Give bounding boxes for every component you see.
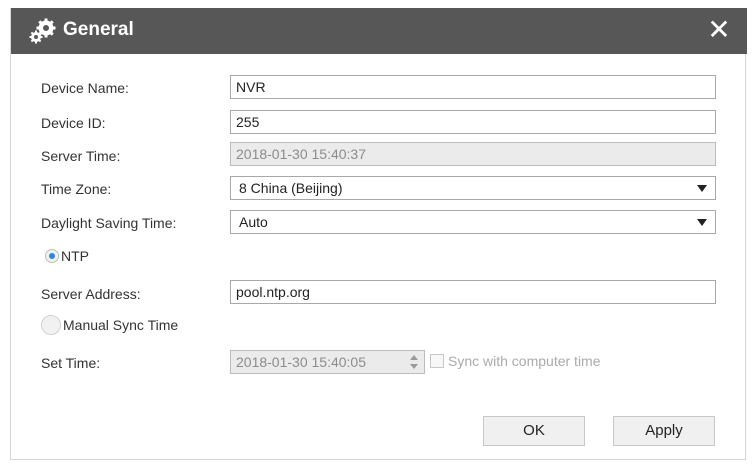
set-time-value: 2018-01-30 15:40:05 bbox=[236, 354, 366, 370]
daylight-saving-value: Auto bbox=[239, 214, 268, 230]
manual-sync-radio[interactable] bbox=[41, 315, 61, 335]
daylight-saving-label: Daylight Saving Time: bbox=[41, 215, 177, 231]
general-dialog: General ✕ Device Name: Device ID: Server… bbox=[10, 8, 747, 460]
device-name-label: Device Name: bbox=[41, 80, 129, 96]
manual-sync-radio-option[interactable]: Manual Sync Time bbox=[41, 315, 178, 335]
server-address-input[interactable] bbox=[230, 280, 716, 304]
gears-icon bbox=[29, 18, 56, 44]
server-time-field: 2018-01-30 15:40:37 bbox=[230, 142, 716, 166]
manual-sync-label: Manual Sync Time bbox=[63, 317, 179, 333]
apply-button[interactable]: Apply bbox=[613, 416, 715, 446]
ntp-radio-option[interactable]: NTP bbox=[45, 248, 89, 264]
server-time-label: Server Time: bbox=[41, 148, 121, 164]
ntp-label: NTP bbox=[61, 248, 89, 264]
dialog-title: General bbox=[63, 19, 134, 40]
spinner-icon bbox=[410, 355, 418, 369]
device-name-input[interactable] bbox=[230, 75, 716, 99]
ntp-radio[interactable] bbox=[45, 249, 59, 263]
chevron-down-icon bbox=[697, 185, 707, 192]
daylight-saving-select[interactable]: Auto bbox=[230, 210, 716, 234]
dialog-titlebar: General ✕ bbox=[11, 8, 747, 54]
time-zone-select[interactable]: 8 China (Beijing) bbox=[230, 176, 716, 200]
sync-computer-label: Sync with computer time bbox=[448, 353, 601, 369]
sync-computer-checkbox bbox=[430, 354, 444, 368]
time-zone-label: Time Zone: bbox=[41, 181, 112, 197]
chevron-down-icon bbox=[697, 219, 707, 226]
device-id-label: Device ID: bbox=[41, 115, 106, 131]
set-time-label: Set Time: bbox=[41, 355, 101, 371]
close-icon[interactable]: ✕ bbox=[705, 16, 733, 44]
server-address-label: Server Address: bbox=[41, 286, 141, 302]
ok-button[interactable]: OK bbox=[483, 416, 585, 446]
set-time-field: 2018-01-30 15:40:05 bbox=[230, 350, 425, 374]
sync-computer-option: Sync with computer time bbox=[430, 353, 601, 369]
time-zone-value: 8 China (Beijing) bbox=[239, 180, 343, 196]
device-id-input[interactable] bbox=[230, 110, 716, 134]
